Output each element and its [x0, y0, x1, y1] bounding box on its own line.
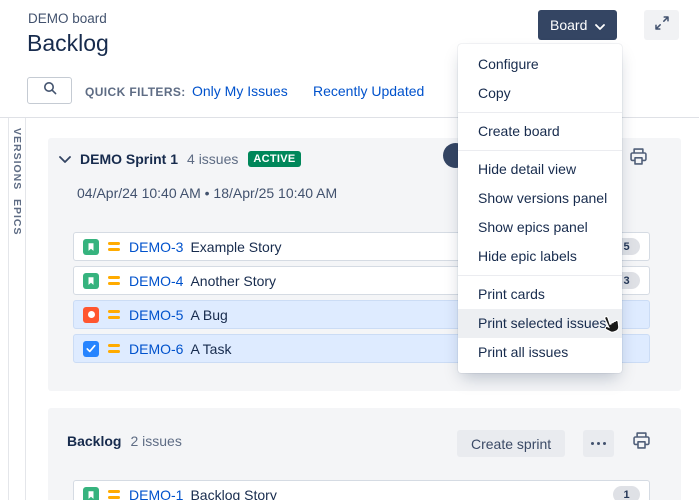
printer-icon	[631, 430, 652, 456]
backlog-panel: Backlog 2 issues Create sprint	[48, 408, 681, 500]
issue-summary: Example Story	[190, 239, 281, 255]
menu-item-print-cards[interactable]: Print cards	[458, 280, 622, 309]
sprint-header: DEMO Sprint 1 4 issues ACTIVE	[57, 148, 301, 170]
versions-panel-toggle[interactable]: VERSIONS	[11, 128, 23, 190]
menu-item-show-epics-panel[interactable]: Show epics panel	[458, 213, 622, 242]
collapse-sprint-button[interactable]	[57, 151, 73, 167]
menu-item-create-board[interactable]: Create board	[458, 117, 622, 146]
issue-summary: A Task	[190, 341, 231, 357]
create-sprint-label: Create sprint	[471, 436, 551, 452]
menu-group: Configure Copy	[458, 46, 622, 112]
menu-group: Create board	[458, 112, 622, 150]
priority-medium-icon	[108, 310, 120, 319]
filter-only-my-issues[interactable]: Only My Issues	[192, 83, 288, 99]
left-panel-rail: VERSIONS EPICS	[8, 118, 26, 500]
backlog-header: Backlog 2 issues	[67, 433, 182, 449]
menu-item-hide-detail-view[interactable]: Hide detail view	[458, 155, 622, 184]
menu-group: Print cards Print selected issues Print …	[458, 275, 622, 371]
expand-icon	[654, 15, 670, 36]
menu-item-print-all-issues[interactable]: Print all issues	[458, 338, 622, 367]
search-icon	[43, 81, 57, 100]
sprint-name: DEMO Sprint 1	[80, 151, 178, 167]
breadcrumb[interactable]: DEMO board	[28, 11, 107, 26]
backlog-issue-list: DEMO-1 Backlog Story 1	[73, 480, 650, 500]
page-title: Backlog	[27, 30, 109, 57]
create-sprint-button[interactable]: Create sprint	[457, 430, 565, 457]
backlog-more-button[interactable]	[583, 430, 614, 457]
search-button[interactable]	[27, 77, 72, 104]
priority-medium-icon	[108, 490, 120, 499]
priority-medium-icon	[108, 276, 120, 285]
priority-medium-icon	[108, 344, 120, 353]
menu-group: Hide detail view Show versions panel Sho…	[458, 150, 622, 275]
priority-medium-icon	[108, 242, 120, 251]
backlog-issue-count: 2 issues	[130, 433, 181, 449]
backlog-board-page: VERSIONS EPICS DEMO board Backlog Board …	[0, 0, 699, 500]
menu-item-show-versions-panel[interactable]: Show versions panel	[458, 184, 622, 213]
story-icon	[83, 239, 99, 255]
issue-summary: Another Story	[190, 273, 276, 289]
printer-icon	[628, 146, 649, 172]
print-sprint-button[interactable]	[626, 147, 650, 171]
issue-summary: A Bug	[190, 307, 227, 323]
sprint-issue-count: 4 issues	[187, 151, 238, 167]
story-icon	[83, 273, 99, 289]
menu-item-copy[interactable]: Copy	[458, 79, 622, 108]
board-dropdown-menu: Configure Copy Create board Hide detail …	[458, 44, 622, 373]
issue-key-link[interactable]: DEMO-6	[129, 341, 183, 357]
print-backlog-button[interactable]	[629, 431, 653, 455]
issue-key-link[interactable]: DEMO-4	[129, 273, 183, 289]
issue-key-link[interactable]: DEMO-3	[129, 239, 183, 255]
filter-recently-updated[interactable]: Recently Updated	[313, 83, 424, 99]
epics-panel-toggle[interactable]: EPICS	[11, 199, 23, 236]
menu-item-hide-epic-labels[interactable]: Hide epic labels	[458, 242, 622, 271]
backlog-section-name: Backlog	[67, 433, 121, 449]
menu-item-configure[interactable]: Configure	[458, 50, 622, 79]
sprint-date-range: 04/Apr/24 10:40 AM • 18/Apr/25 10:40 AM	[77, 185, 337, 201]
issue-row-demo-1[interactable]: DEMO-1 Backlog Story 1	[73, 480, 650, 500]
fullscreen-button[interactable]	[644, 10, 679, 40]
quick-filters-label: QUICK FILTERS:	[85, 85, 186, 99]
chevron-down-icon	[595, 17, 605, 33]
issue-key-link[interactable]: DEMO-1	[129, 487, 183, 500]
estimate-badge: 1	[613, 486, 640, 500]
sprint-status-badge: ACTIVE	[248, 151, 300, 167]
issue-summary: Backlog Story	[190, 487, 276, 500]
board-menu-button[interactable]: Board	[538, 10, 617, 40]
menu-item-print-selected-issues[interactable]: Print selected issues	[458, 309, 622, 338]
task-icon	[83, 341, 99, 357]
ellipsis-icon	[591, 442, 595, 446]
bug-icon	[83, 307, 99, 323]
story-icon	[83, 487, 99, 500]
issue-key-link[interactable]: DEMO-5	[129, 307, 183, 323]
board-menu-button-label: Board	[550, 17, 587, 33]
